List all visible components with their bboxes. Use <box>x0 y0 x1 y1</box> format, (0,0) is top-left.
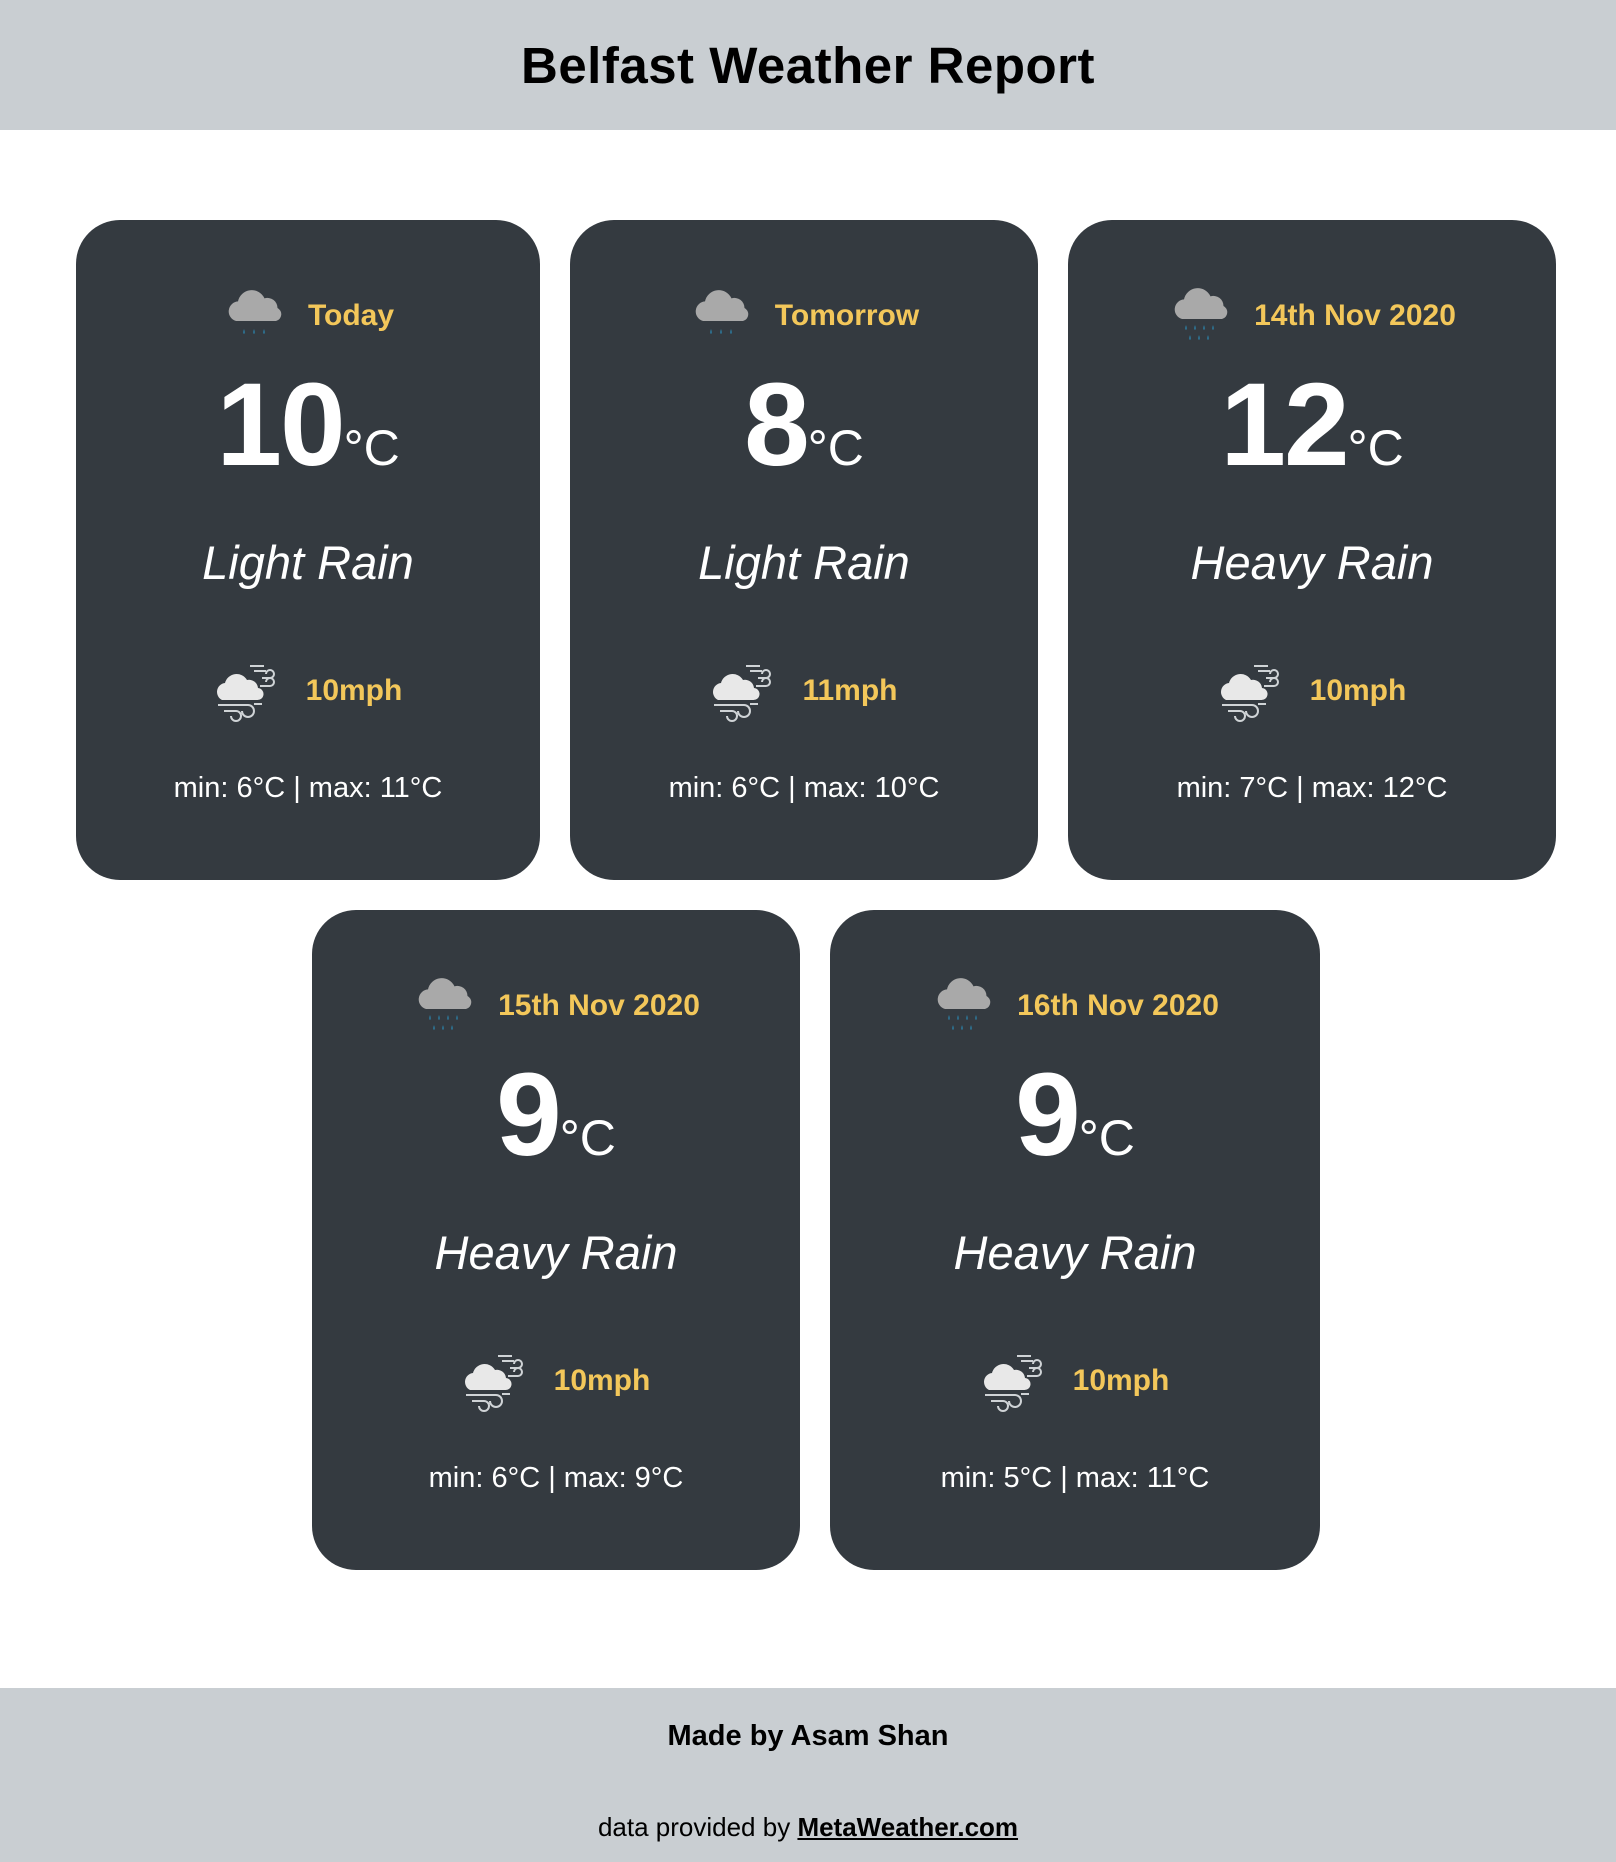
card-min-max: min: 6°C | max: 9°C <box>428 1462 684 1494</box>
card-day: Today <box>307 299 395 332</box>
forecast-card: 15th Nov 2020 9°C Heavy Rain 10mph min: … <box>312 910 800 1570</box>
temperature-value: 12 <box>1220 359 1349 491</box>
card-temperature: 10°C <box>76 366 540 484</box>
card-temperature: 9°C <box>312 1056 800 1174</box>
card-header: Today <box>76 282 540 350</box>
card-condition: Heavy Rain <box>434 1226 678 1279</box>
card-min-max: min: 6°C | max: 10°C <box>668 772 940 804</box>
page-header: Belfast Weather Report <box>0 0 1616 130</box>
wind-icon <box>1218 660 1284 722</box>
card-temperature: 12°C <box>1068 366 1556 484</box>
heavy-rain-icon <box>931 975 995 1037</box>
card-day: 14th Nov 2020 <box>1254 299 1456 332</box>
temperature-unit: °C <box>1078 1110 1135 1166</box>
temperature-unit: °C <box>559 1110 616 1166</box>
wind-icon <box>462 1350 528 1412</box>
card-header: 14th Nov 2020 <box>1068 282 1556 350</box>
wind-icon <box>981 1350 1047 1412</box>
heavy-rain-icon <box>412 975 476 1037</box>
card-wind: 10mph <box>76 657 540 725</box>
forecast-card: 16th Nov 2020 9°C Heavy Rain 10mph min: … <box>830 910 1320 1570</box>
page-title: Belfast Weather Report <box>520 36 1096 94</box>
temperature-value: 9 <box>496 1049 562 1181</box>
light-rain-icon <box>689 287 753 345</box>
wind-speed: 10mph <box>553 1364 651 1397</box>
card-day: Tomorrow <box>774 299 920 332</box>
card-wind: 10mph <box>312 1347 800 1415</box>
card-condition: Heavy Rain <box>953 1226 1197 1279</box>
card-wind: 10mph <box>830 1347 1320 1415</box>
forecast-card: Tomorrow 8°C Light Rain 11mph min: 6°C |… <box>570 220 1038 880</box>
metaweather-link[interactable]: MetaWeather.com <box>797 1812 1018 1842</box>
card-condition: Light Rain <box>202 536 414 589</box>
card-day: 15th Nov 2020 <box>498 989 700 1022</box>
made-by-text: Made by Asam Shan <box>667 1720 949 1752</box>
card-min-max: min: 6°C | max: 11°C <box>173 772 443 804</box>
card-header: 16th Nov 2020 <box>830 972 1320 1040</box>
temperature-value: 10 <box>216 359 345 491</box>
data-provider-line: data provided by MetaWeather.com <box>0 1812 1616 1843</box>
card-condition: Heavy Rain <box>1190 536 1434 589</box>
card-temperature: 9°C <box>830 1056 1320 1174</box>
card-day: 16th Nov 2020 <box>1017 989 1219 1022</box>
light-rain-icon <box>222 287 286 345</box>
wind-speed: 10mph <box>305 674 403 707</box>
wind-speed: 10mph <box>1309 674 1407 707</box>
wind-speed: 10mph <box>1072 1364 1170 1397</box>
wind-icon <box>214 660 280 722</box>
heavy-rain-icon <box>1168 285 1232 347</box>
card-header: Tomorrow <box>570 282 1038 350</box>
data-provider-prefix: data provided by <box>597 1812 791 1842</box>
wind-speed: 11mph <box>802 674 898 707</box>
temperature-value: 8 <box>744 359 810 491</box>
card-header: 15th Nov 2020 <box>312 972 800 1040</box>
card-wind: 11mph <box>570 657 1038 725</box>
temperature-unit: °C <box>343 420 400 476</box>
temperature-unit: °C <box>807 420 864 476</box>
page-footer: Made by Asam Shan data provided by MetaW… <box>0 1688 1616 1862</box>
temperature-value: 9 <box>1015 1049 1081 1181</box>
card-wind: 10mph <box>1068 657 1556 725</box>
wind-icon <box>710 660 776 722</box>
card-min-max: min: 7°C | max: 12°C <box>1176 772 1448 804</box>
card-temperature: 8°C <box>570 366 1038 484</box>
card-min-max: min: 5°C | max: 11°C <box>940 1462 1210 1494</box>
forecast-card: Today 10°C Light Rain 10mph min: 6°C | m… <box>76 220 540 880</box>
card-condition: Light Rain <box>698 536 910 589</box>
temperature-unit: °C <box>1347 420 1404 476</box>
forecast-card: 14th Nov 2020 12°C Heavy Rain 10mph min:… <box>1068 220 1556 880</box>
